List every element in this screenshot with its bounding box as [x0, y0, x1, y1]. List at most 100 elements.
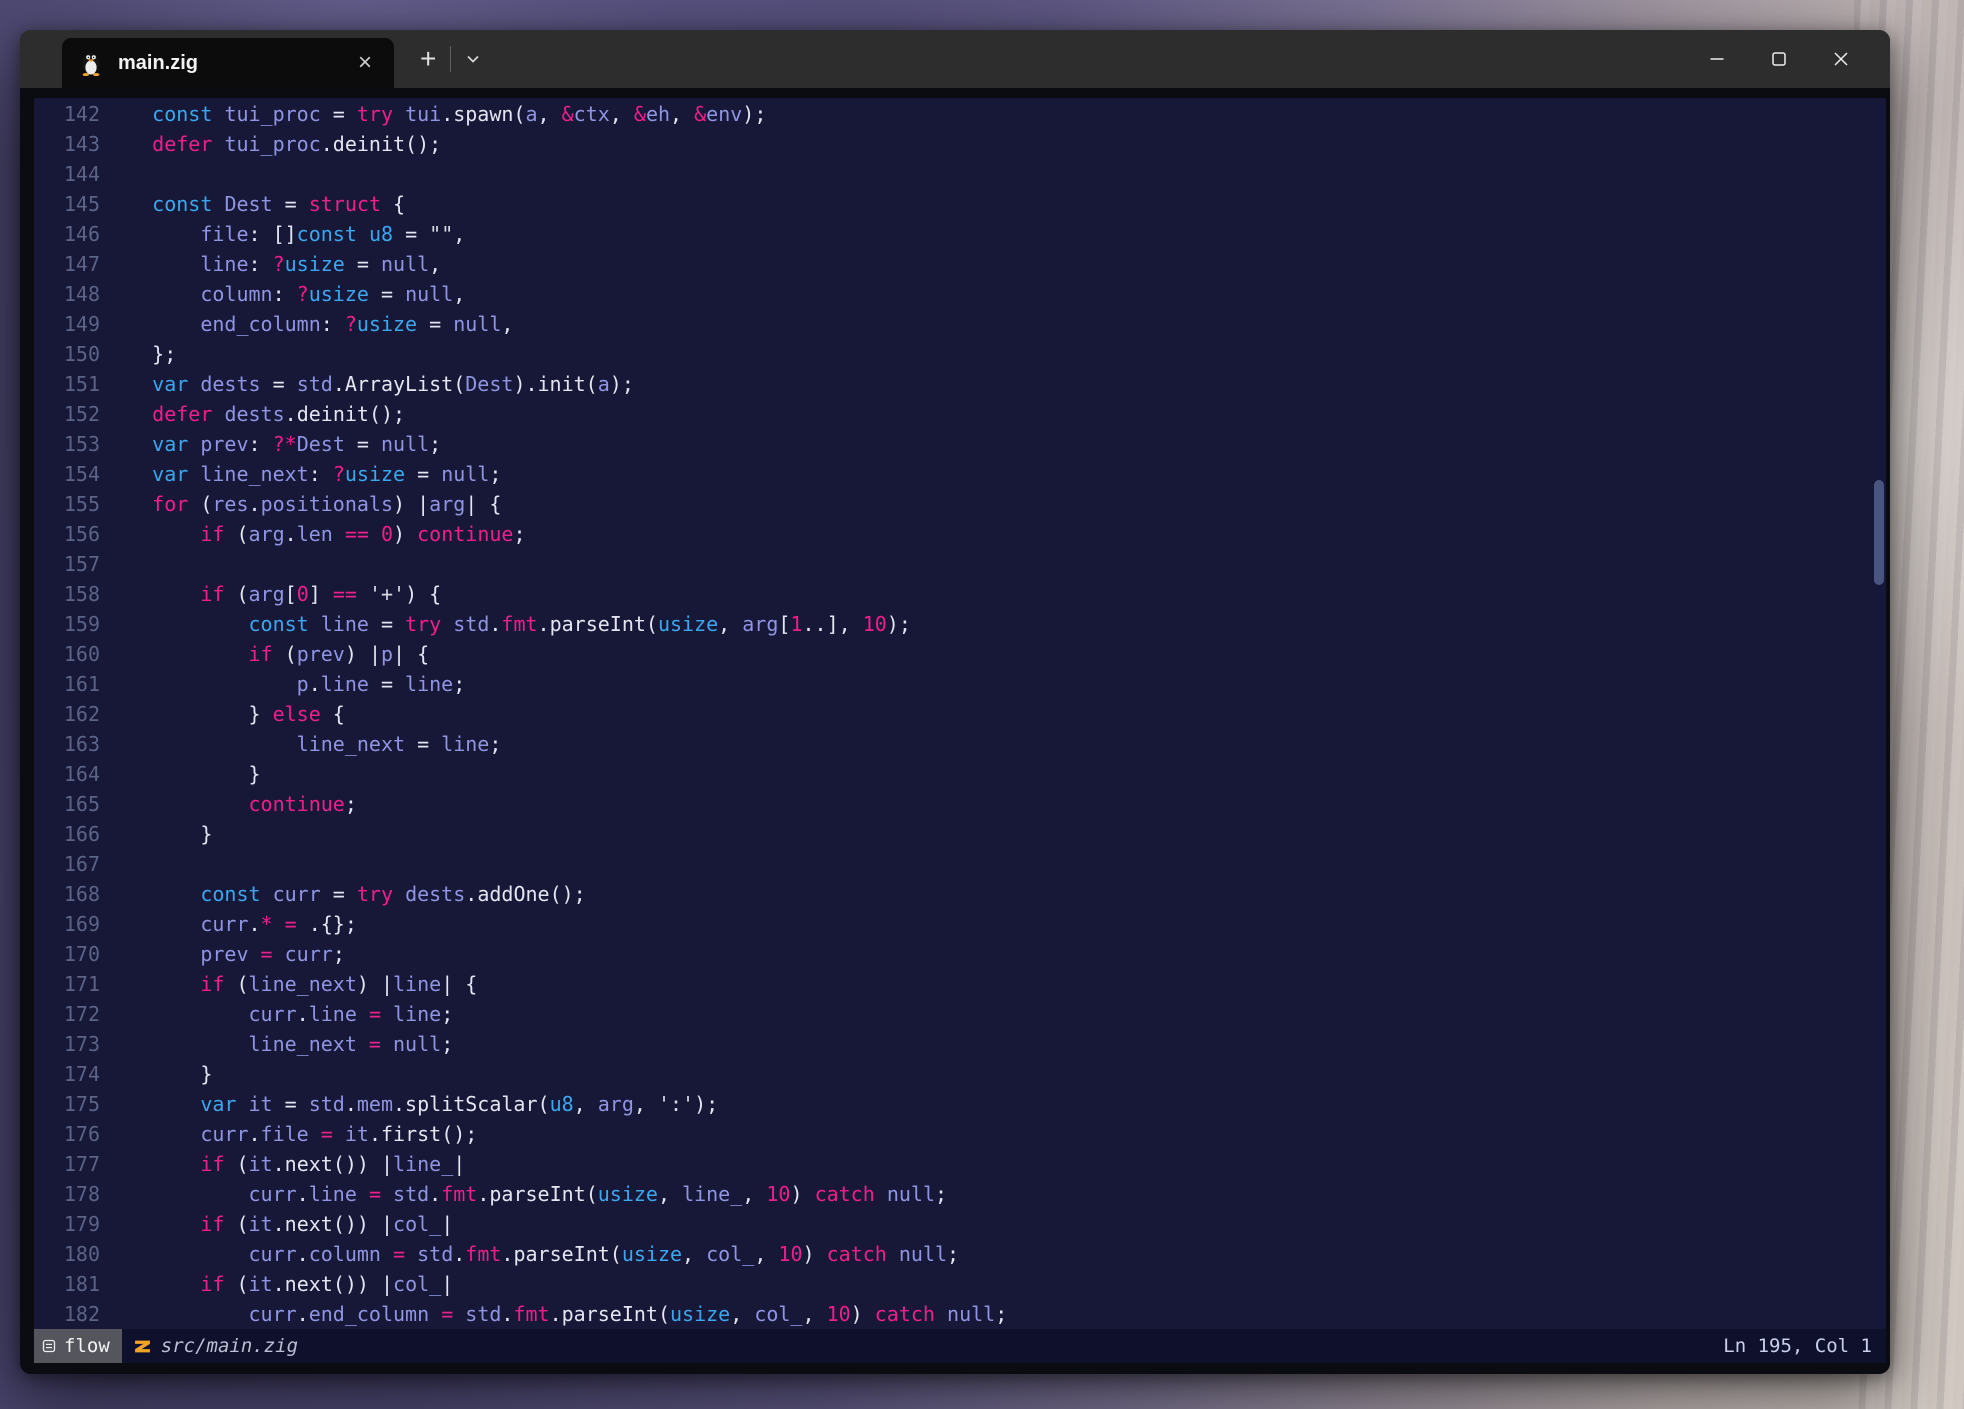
code-line[interactable]: 144 — [34, 159, 1886, 189]
code-text: if (it.next()) |col_| — [100, 1209, 453, 1239]
line-number: 163 — [34, 729, 100, 759]
new-tab-button[interactable]: + — [406, 30, 450, 88]
code-text: curr.file = it.first(); — [100, 1119, 477, 1149]
code-line[interactable]: 147 line: ?usize = null, — [34, 249, 1886, 279]
code-line[interactable]: 156 if (arg.len == 0) continue; — [34, 519, 1886, 549]
chevron-down-icon — [464, 51, 482, 67]
line-number: 168 — [34, 879, 100, 909]
minimize-icon — [1710, 57, 1724, 61]
code-line[interactable]: 150 }; — [34, 339, 1886, 369]
code-line[interactable]: 161 p.line = line; — [34, 669, 1886, 699]
minimize-button[interactable] — [1686, 30, 1748, 88]
code-text: if (line_next) |line| { — [100, 969, 477, 999]
code-line[interactable]: 148 column: ?usize = null, — [34, 279, 1886, 309]
line-number: 156 — [34, 519, 100, 549]
code-line[interactable]: 178 curr.line = std.fmt.parseInt(usize, … — [34, 1179, 1886, 1209]
code-line[interactable]: 163 line_next = line; — [34, 729, 1886, 759]
line-number: 143 — [34, 129, 100, 159]
code-text: continue; — [100, 789, 357, 819]
code-text: } — [100, 1059, 212, 1089]
code-line[interactable]: 145 const Dest = struct { — [34, 189, 1886, 219]
code-line[interactable]: 179 if (it.next()) |col_| — [34, 1209, 1886, 1239]
tab-bar[interactable]: main.zig × + — [20, 30, 1890, 88]
line-number: 157 — [34, 549, 100, 579]
line-number: 179 — [34, 1209, 100, 1239]
line-number: 178 — [34, 1179, 100, 1209]
line-number: 181 — [34, 1269, 100, 1299]
tab-dropdown-button[interactable] — [451, 30, 495, 88]
code-line[interactable]: 142 const tui_proc = try tui.spawn(a, &c… — [34, 99, 1886, 129]
code-text: var it = std.mem.splitScalar(u8, arg, ':… — [100, 1089, 718, 1119]
code-line[interactable]: 165 continue; — [34, 789, 1886, 819]
code-area[interactable]: 142 const tui_proc = try tui.spawn(a, &c… — [34, 98, 1886, 1329]
code-text: const Dest = struct { — [100, 189, 405, 219]
code-line[interactable]: 172 curr.line = line; — [34, 999, 1886, 1029]
tab-main-zig[interactable]: main.zig × — [62, 38, 394, 88]
line-number: 150 — [34, 339, 100, 369]
code-line[interactable]: 177 if (it.next()) |line_| — [34, 1149, 1886, 1179]
code-text: if (it.next()) |line_| — [100, 1149, 465, 1179]
code-line[interactable]: 143 defer tui_proc.deinit(); — [34, 129, 1886, 159]
code-text: var line_next: ?usize = null; — [100, 459, 501, 489]
code-line[interactable]: 157 — [34, 549, 1886, 579]
line-number: 175 — [34, 1089, 100, 1119]
code-line[interactable]: 149 end_column: ?usize = null, — [34, 309, 1886, 339]
line-number: 142 — [34, 99, 100, 129]
flow-logo-icon — [42, 1339, 56, 1353]
code-text: curr.line = line; — [100, 999, 453, 1029]
code-line[interactable]: 155 for (res.positionals) |arg| { — [34, 489, 1886, 519]
line-number: 145 — [34, 189, 100, 219]
line-number: 174 — [34, 1059, 100, 1089]
app-name: flow — [64, 1335, 110, 1357]
code-line[interactable]: 154 var line_next: ?usize = null; — [34, 459, 1886, 489]
tab-close-button[interactable]: × — [350, 49, 380, 77]
close-window-button[interactable] — [1810, 30, 1872, 88]
code-text: } — [100, 759, 261, 789]
code-line[interactable]: 160 if (prev) |p| { — [34, 639, 1886, 669]
code-line[interactable]: 146 file: []const u8 = "", — [34, 219, 1886, 249]
scrollbar-thumb[interactable] — [1874, 480, 1884, 585]
code-text: file: []const u8 = "", — [100, 219, 465, 249]
code-line[interactable]: 168 const curr = try dests.addOne(); — [34, 879, 1886, 909]
code-line[interactable]: 152 defer dests.deinit(); — [34, 399, 1886, 429]
flow-menu-button[interactable]: flow — [34, 1329, 122, 1363]
code-line[interactable]: 159 const line = try std.fmt.parseInt(us… — [34, 609, 1886, 639]
line-number: 166 — [34, 819, 100, 849]
code-text: if (it.next()) |col_| — [100, 1269, 453, 1299]
code-line[interactable]: 171 if (line_next) |line| { — [34, 969, 1886, 999]
line-number: 160 — [34, 639, 100, 669]
code-line[interactable]: 180 curr.column = std.fmt.parseInt(usize… — [34, 1239, 1886, 1269]
line-number: 161 — [34, 669, 100, 699]
code-text — [100, 549, 104, 579]
code-line[interactable]: 164 } — [34, 759, 1886, 789]
code-line[interactable]: 170 prev = curr; — [34, 939, 1886, 969]
code-line[interactable]: 153 var prev: ?*Dest = null; — [34, 429, 1886, 459]
code-line[interactable]: 162 } else { — [34, 699, 1886, 729]
line-number: 177 — [34, 1149, 100, 1179]
code-line[interactable]: 176 curr.file = it.first(); — [34, 1119, 1886, 1149]
code-line[interactable]: 158 if (arg[0] == '+') { — [34, 579, 1886, 609]
maximize-icon — [1772, 52, 1786, 66]
line-number: 180 — [34, 1239, 100, 1269]
terminal-content: 142 const tui_proc = try tui.spawn(a, &c… — [20, 88, 1890, 1374]
code-line[interactable]: 167 — [34, 849, 1886, 879]
code-text: end_column: ?usize = null, — [100, 309, 513, 339]
maximize-button[interactable] — [1748, 30, 1810, 88]
code-line[interactable]: 151 var dests = std.ArrayList(Dest).init… — [34, 369, 1886, 399]
code-line[interactable]: 181 if (it.next()) |col_| — [34, 1269, 1886, 1299]
desktop-wallpaper: main.zig × + — [0, 0, 1964, 1409]
code-line[interactable]: 173 line_next = null; — [34, 1029, 1886, 1059]
code-text: defer tui_proc.deinit(); — [100, 129, 441, 159]
file-path[interactable]: src/main.zig — [161, 1335, 298, 1357]
cursor-position[interactable]: Ln 195, Col 1 — [1723, 1335, 1872, 1357]
code-line[interactable]: 166 } — [34, 819, 1886, 849]
code-line[interactable]: 174 } — [34, 1059, 1886, 1089]
code-text: column: ?usize = null, — [100, 279, 465, 309]
code-line[interactable]: 175 var it = std.mem.splitScalar(u8, arg… — [34, 1089, 1886, 1119]
code-text — [100, 849, 104, 879]
code-line[interactable]: 182 curr.end_column = std.fmt.parseInt(u… — [34, 1299, 1886, 1329]
line-number: 153 — [34, 429, 100, 459]
line-number: 146 — [34, 219, 100, 249]
line-number: 152 — [34, 399, 100, 429]
code-line[interactable]: 169 curr.* = .{}; — [34, 909, 1886, 939]
